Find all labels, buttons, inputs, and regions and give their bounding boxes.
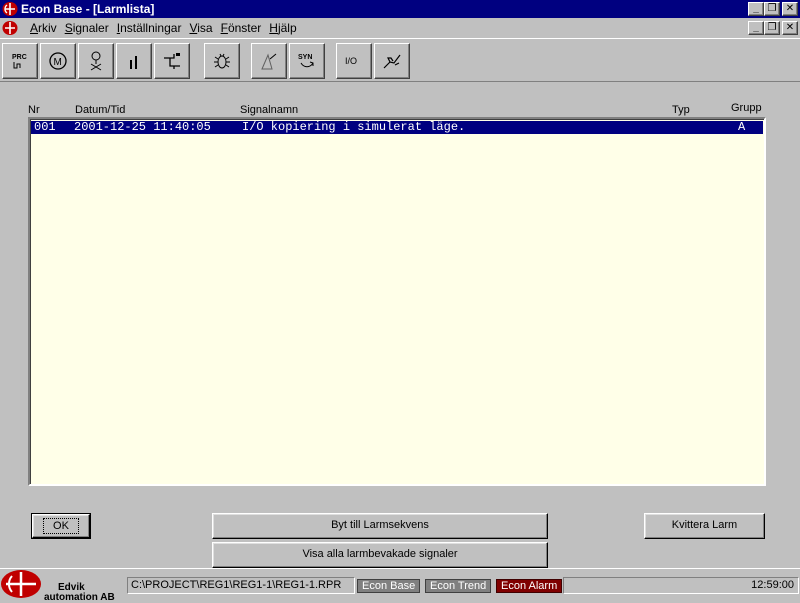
motor-icon: M [49,52,67,70]
switch-to-sequence-button[interactable]: Byt till Larmsekvens [212,513,548,539]
clock: 12:59:00 [563,577,799,594]
menu-arkiv[interactable]: Arkiv [26,21,61,35]
app-tab-econ-alarm[interactable]: Econ Alarm [496,579,563,593]
minimize-button[interactable]: _ [748,2,764,16]
menu-installningar[interactable]: Inställningar [113,21,186,35]
company-name: Edvik automation AB [44,582,115,603]
toolbar-button-prc[interactable]: PRC [2,43,38,79]
menu-signaler[interactable]: Signaler [61,21,113,35]
column-header-group: Grupp [731,102,762,114]
toolbar-button-valve[interactable] [78,43,114,79]
econ-logo-icon [2,2,18,16]
window-title: Econ Base - [Larmlista] [21,2,155,16]
alarm-signal: I/O kopiering i simulerat läge. [242,120,466,134]
child-close-button[interactable]: ✕ [782,21,798,35]
alarm-nr: 001 [34,120,56,134]
menu-bar: Arkiv Signaler Inställningar Visa Fönste… [0,18,800,38]
ok-button[interactable]: OK [31,513,91,539]
column-header-signal: Signalnamn [240,104,299,116]
child-restore-button[interactable]: ❐ [764,21,780,35]
project-path: C:\PROJECT\REG1\REG1-1\REG1-1.RPR [127,577,355,594]
hand-icon [383,54,401,69]
pipe-icon [164,53,180,69]
document-logo-icon[interactable] [2,20,18,36]
svg-text:PRC: PRC [12,54,27,61]
menu-fonster[interactable]: Fönster [217,21,266,35]
prc-icon: PRC [12,54,27,69]
toolbar-button-bar[interactable] [116,43,152,79]
toolbar-button-pipe[interactable] [154,43,190,79]
io-icon: I/O [345,56,357,66]
menu-hjalp[interactable]: Hjälp [265,21,300,35]
title-bar: Econ Base - [Larmlista] _ ❐ ✕ [0,0,800,18]
app-tab-econ-base[interactable]: Econ Base [357,579,421,593]
toolbar-button-motor[interactable]: M [40,43,76,79]
column-header-type: Typ [672,104,690,116]
column-header-datetime: Datum/Tid [75,104,126,116]
column-header-nr: Nr [28,104,40,116]
alarm-row[interactable]: 001 2001-12-25 11:40:05 I/O kopiering i … [31,121,763,134]
bug-icon [214,53,230,69]
app-tab-econ-trend[interactable]: Econ Trend [425,579,492,593]
toolbar-button-io[interactable]: I/O [336,43,372,79]
toolbar: PRC M SYN I/O [0,38,800,82]
svg-text:SYN: SYN [298,54,312,61]
svg-text:M: M [54,57,62,68]
acknowledge-alarm-button[interactable]: Kvittera Larm [644,513,765,539]
restore-button[interactable]: ❐ [764,2,780,16]
menu-visa[interactable]: Visa [185,21,216,35]
svg-text:I/O: I/O [345,56,357,66]
edvik-logo-icon [1,570,41,598]
toolbar-button-pen[interactable] [251,43,287,79]
toolbar-button-syn[interactable]: SYN [289,43,325,79]
alarm-list[interactable]: 001 2001-12-25 11:40:05 I/O kopiering i … [28,117,766,486]
child-minimize-button[interactable]: _ [748,21,764,35]
toolbar-button-hand[interactable] [374,43,410,79]
alarm-datetime: 2001-12-25 11:40:05 [74,120,211,134]
bar-icon [130,56,137,69]
pen-icon [261,53,277,70]
toolbar-button-bug[interactable] [204,43,240,79]
status-bar: Edvik automation AB C:\PROJECT\REG1\REG1… [0,568,800,603]
close-button[interactable]: ✕ [782,2,798,16]
show-monitored-signals-button[interactable]: Visa alla larmbevakade signaler [212,542,548,568]
valve-icon [90,51,102,71]
syn-icon: SYN [298,54,314,68]
alarm-group: A [738,120,746,134]
